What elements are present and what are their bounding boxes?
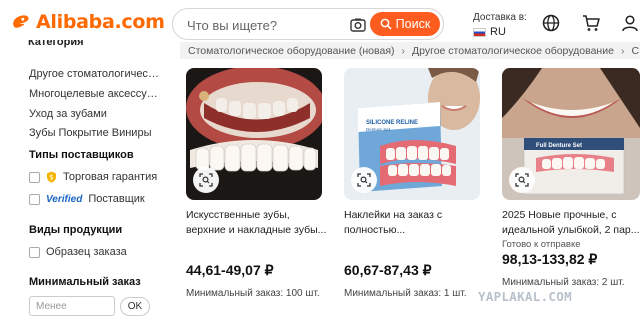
country-code: RU [490,26,506,38]
product-types-heading: Виды продукции [29,224,123,236]
product-moq: Минимальный заказ: 1 шт. [344,288,467,299]
min-order-heading: Минимальный заказ [29,276,141,288]
watermark: YAPLAKAL.COM [478,289,572,304]
box-brand: SILICONE RELINE [366,120,418,126]
breadcrumb: Стоматологическое оборудование (новая) ›… [180,42,640,59]
product-title[interactable]: Наклейки на заказ с полностью... [344,208,486,238]
trade-assurance-label: Торговая гарантия [63,171,158,183]
product-tag: Готово к отправке [502,239,581,250]
category-item[interactable]: Многоцелевые аксессуар... [29,88,159,100]
breadcrumb-item[interactable]: Другое стоматологическое оборудование [412,45,614,57]
alibaba-logo-icon [13,15,29,28]
search-button[interactable]: Поиск [370,12,440,36]
scan-icon [199,173,213,187]
verified-supplier-filter[interactable]: Verified Поставщик [29,193,145,205]
product-price: 60,67-87,43 ₽ [344,262,432,278]
sample-order-label: Образец заказа [46,246,127,258]
search-icon [380,18,392,30]
product-tag [186,239,328,251]
russia-flag-icon [473,28,486,37]
product-card[interactable]: Full Denture Set 2025 Новые прочные, с и… [502,68,640,290]
min-order-ok-button[interactable]: OK [120,297,150,316]
search-button-label: Поиск [395,17,431,31]
user-icon[interactable] [620,13,640,33]
camera-icon[interactable] [349,16,367,34]
trade-assurance-filter[interactable]: $ Торговая гарантия [29,171,157,183]
product-card[interactable]: SILICONE RELINE Denture Set Наклейки на … [344,68,486,301]
svg-text:$: $ [49,174,53,182]
category-item[interactable]: Другое стоматологическ... [29,68,159,80]
product-image[interactable]: SILICONE RELINE Denture Set [344,68,480,200]
search-bar: Поиск [172,8,444,40]
globe-icon[interactable] [541,13,561,33]
chevron-right-icon: › [401,44,406,57]
trade-assurance-icon: $ [47,171,56,183]
scan-icon [515,173,529,187]
product-moq: Минимальный заказ: 2 шт. [502,277,625,288]
product-tag [344,239,486,251]
product-price: 98,13-133,82 ₽ [502,251,598,267]
cart-icon[interactable] [581,13,601,33]
breadcrumb-item[interactable]: Стоматологическое оборудование (новая) [188,45,395,57]
supplier-types-heading: Типы поставщиков [29,149,134,161]
logo-text: Alibaba.com [36,11,165,33]
verified-badge: Verified [46,193,83,205]
product-price: 44,61-49,07 ₽ [186,262,274,278]
deliver-label: Доставка в: [473,12,527,23]
search-input[interactable] [187,16,337,34]
box-subtitle: Denture Set [366,127,391,132]
breadcrumb-item[interactable]: С [631,45,639,57]
supplier-label: Поставщик [88,193,145,205]
filter-sidebar: Категория Другое стоматологическ... Мног… [0,40,170,328]
category-item[interactable]: Уход за зубами [29,108,159,120]
product-card[interactable]: Искусственные зубы, верхние и накладные … [186,68,328,301]
checkbox[interactable] [29,171,40,183]
product-title[interactable]: 2025 Новые прочные, с идеальной улыбкой,… [502,208,640,238]
deliver-to[interactable]: Доставка в: RU [473,11,527,39]
product-image[interactable]: Full Denture Set [502,68,640,200]
scan-icon [357,173,371,187]
category-heading: Категория [28,40,84,48]
checkbox[interactable] [29,246,40,258]
image-search-button[interactable] [351,167,377,193]
country-selector[interactable]: RU [473,26,527,39]
chevron-right-icon: › [620,44,625,57]
product-title[interactable]: Искусственные зубы, верхние и накладные … [186,208,328,238]
checkbox[interactable] [29,193,40,205]
alibaba-logo[interactable]: Alibaba.com [10,11,165,33]
box2-title: Full Denture Set [536,143,582,149]
product-image[interactable] [186,68,322,200]
sample-order-filter[interactable]: Образец заказа [29,246,127,258]
product-moq: Минимальный заказ: 100 шт. [186,288,320,299]
image-search-button[interactable] [509,167,535,193]
min-order-input[interactable] [29,296,115,316]
image-search-button[interactable] [193,167,219,193]
category-item[interactable]: Зубы Покрытие Виниры [29,127,159,139]
